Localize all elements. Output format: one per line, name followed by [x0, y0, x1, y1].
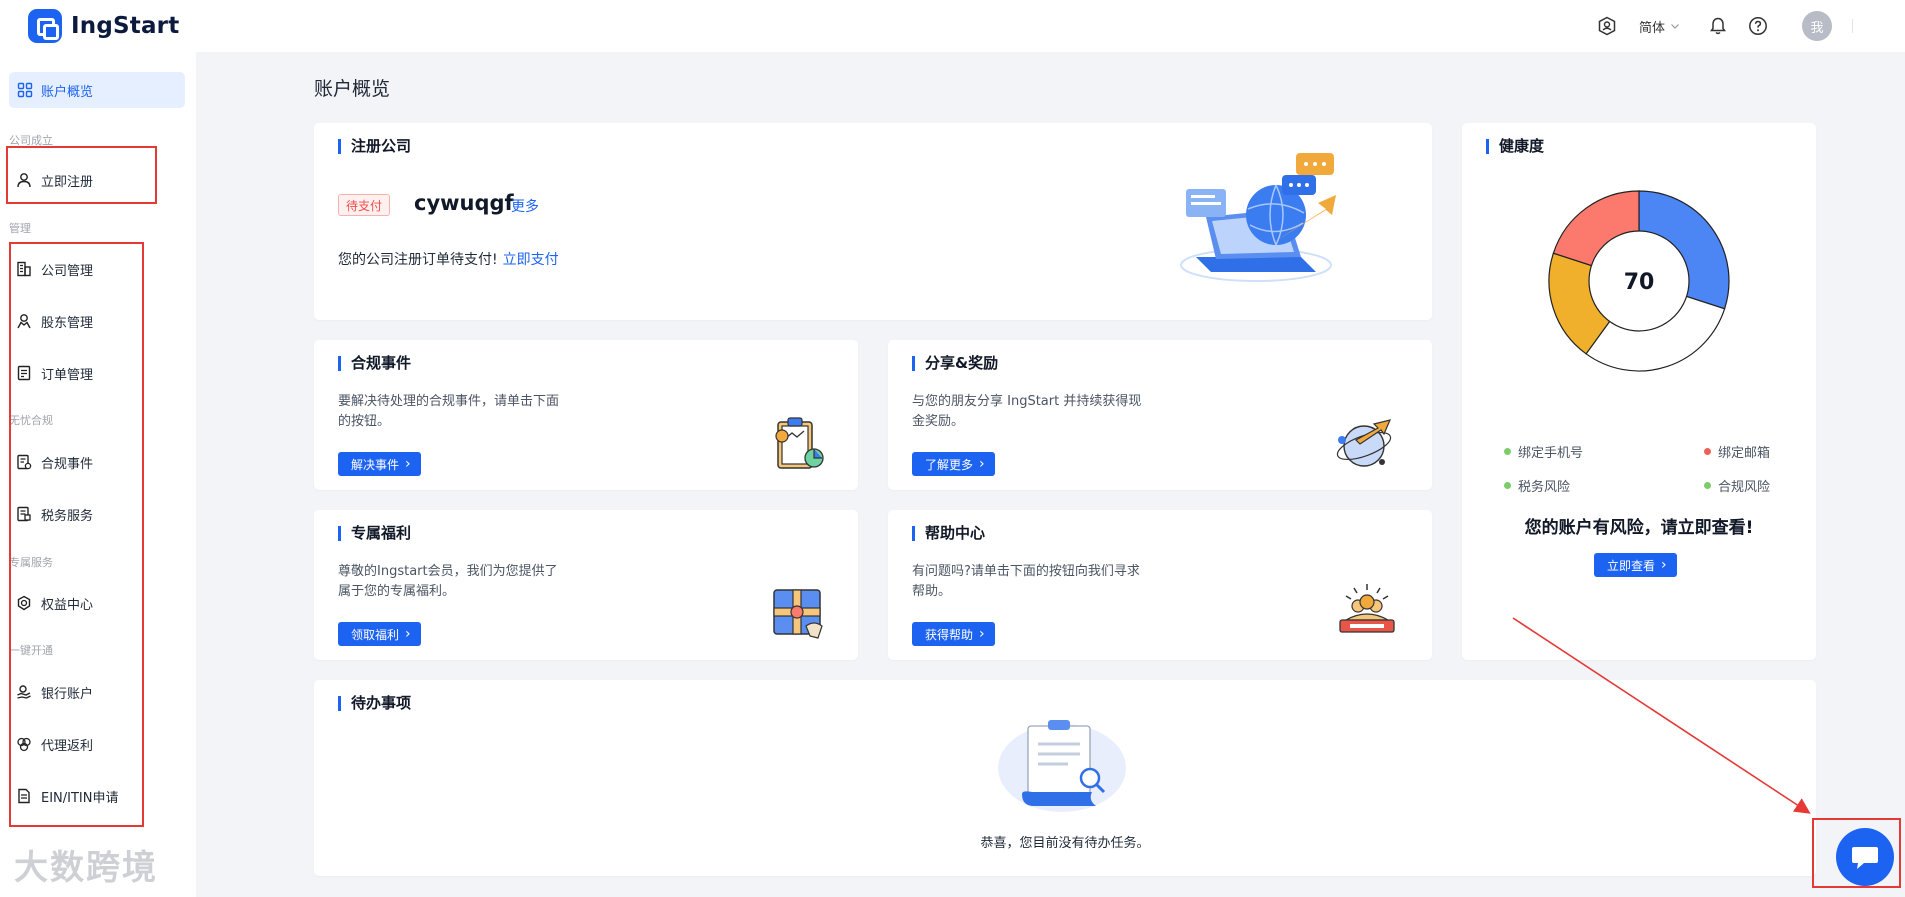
- card-description: 有问题吗?请单击下面的按钮向我们寻求帮助。: [912, 564, 1140, 599]
- exclusive-benefits-card: 专属福利 尊敬的Ingstart会员，我们为您提供了属于您的专属福利。 领取福利…: [314, 510, 858, 660]
- button-label: 解决事件: [351, 457, 400, 472]
- status-badge: 待支付: [338, 194, 391, 216]
- legend-label: 税务风险: [1518, 480, 1571, 495]
- card-title: 注册公司: [338, 139, 411, 154]
- card-title: 专属福利: [338, 526, 411, 541]
- annotation-box: [9, 242, 144, 827]
- chevron-right-icon: ›: [979, 456, 985, 472]
- compliance-events-card: 合规事件 要解决待处理的合规事件，请单击下面的按钮。 解决事件 ›: [314, 340, 858, 490]
- chevron-right-icon: ›: [1661, 557, 1667, 573]
- view-now-button[interactable]: 立即查看 ›: [1594, 553, 1677, 577]
- legend-item: 合规风险: [1704, 476, 1770, 495]
- card-description: 尊敬的Ingstart会员，我们为您提供了属于您的专属福利。: [338, 564, 558, 599]
- chevron-right-icon: ›: [405, 456, 411, 472]
- legend-item: 绑定邮箱: [1704, 442, 1770, 461]
- registration-note-text: 您的公司注册订单待支付!: [338, 252, 498, 268]
- card-description: 与您的朋友分享 IngStart 并持续获得现金奖励。: [912, 394, 1142, 429]
- registration-note: 您的公司注册订单待支付! 立即支付: [338, 249, 559, 269]
- support-team-illustration: [1339, 584, 1395, 633]
- button-label: 了解更多: [925, 457, 974, 472]
- share-rewards-card: 分享&奖励 与您的朋友分享 IngStart 并持续获得现金奖励。 了解更多 ›: [888, 340, 1432, 490]
- todo-card: 待办事项 恭喜，您目前没有待办任务。: [314, 680, 1816, 876]
- gift-box-illustration: [773, 589, 823, 639]
- legend-dot: [1504, 448, 1511, 455]
- bell-icon[interactable]: [1708, 16, 1728, 36]
- clipboard-chart-illustration: [775, 417, 824, 469]
- health-score-card: 健康度 70 绑定手机号 绑定邮箱 税务风险 合规风险 您的账户有风险，请立即查…: [1462, 123, 1816, 660]
- avatar[interactable]: 我: [1802, 11, 1832, 41]
- card-title: 合规事件: [338, 356, 411, 371]
- legend-dot: [1704, 482, 1711, 489]
- claim-benefits-button[interactable]: 领取福利 ›: [338, 622, 421, 646]
- sidebar-item-label: 账户概览: [41, 84, 94, 100]
- health-score-value: 70: [1624, 270, 1655, 295]
- card-title: 分享&奖励: [912, 356, 998, 371]
- sidebar-group-manage: 管理: [9, 222, 31, 235]
- register-company-card: 注册公司 待支付 cywuqgf 更多 您的公司注册订单待支付! 立即支付: [314, 123, 1432, 320]
- button-label: 立即查看: [1607, 558, 1656, 573]
- page-title: 账户概览: [314, 78, 391, 100]
- card-description: 要解决待处理的合规事件，请单击下面的按钮。: [338, 394, 560, 429]
- legend-item: 税务风险: [1504, 476, 1570, 495]
- chevron-right-icon: ›: [979, 626, 985, 642]
- logo-icon: [28, 9, 62, 43]
- button-label: 获得帮助: [925, 627, 974, 642]
- brand-name: IngStart: [71, 13, 180, 39]
- health-donut-chart: 70: [1548, 190, 1730, 372]
- more-link[interactable]: 更多: [511, 196, 539, 216]
- risk-warning: 您的账户有风险，请立即查看!: [1524, 518, 1754, 538]
- dashboard-icon: [17, 82, 33, 98]
- sidebar-item-overview[interactable]: 账户概览: [9, 72, 185, 108]
- help-icon[interactable]: [1748, 16, 1768, 36]
- todo-empty-text: 恭喜，您目前没有待办任务。: [980, 836, 1150, 851]
- learn-more-button[interactable]: 了解更多 ›: [912, 452, 995, 476]
- brand-logo[interactable]: IngStart: [28, 9, 179, 43]
- resolve-events-button[interactable]: 解决事件 ›: [338, 452, 421, 476]
- card-title: 待办事项: [338, 696, 411, 711]
- globe-share-illustration: [1336, 419, 1392, 467]
- card-title: 健康度: [1486, 139, 1544, 154]
- header-actions: 简体 我: [1597, 0, 1853, 52]
- chevron-right-icon: ›: [405, 626, 411, 642]
- button-label: 领取福利: [351, 627, 400, 642]
- top-header: IngStart 简体 我: [0, 0, 1905, 52]
- help-center-card: 帮助中心 有问题吗?请单击下面的按钮向我们寻求帮助。 获得帮助 ›: [888, 510, 1432, 660]
- get-help-button[interactable]: 获得帮助 ›: [912, 622, 995, 646]
- sidebar: 账户概览 公司成立 立即注册 管理 公司管理 股东管理 订单管理 无忧合规 合规…: [0, 52, 196, 897]
- annotation-box: [1812, 818, 1901, 888]
- empty-clipboard-illustration: [998, 720, 1126, 812]
- company-name: cywuqgf: [414, 191, 514, 215]
- legend-dot: [1504, 482, 1511, 489]
- laptop-globe-illustration: [1180, 153, 1336, 282]
- language-label: 简体: [1638, 20, 1665, 36]
- badge-icon[interactable]: [1597, 16, 1617, 36]
- legend-dot: [1704, 448, 1711, 455]
- legend-label: 合规风险: [1718, 480, 1771, 495]
- watermark: 大数跨境: [14, 848, 158, 888]
- legend-label: 绑定手机号: [1518, 446, 1584, 461]
- chevron-down-icon: [1671, 24, 1679, 29]
- annotation-box: [6, 146, 157, 204]
- card-title: 帮助中心: [912, 526, 985, 541]
- legend-item: 绑定手机号: [1504, 442, 1583, 461]
- header-divider: [1852, 19, 1853, 33]
- legend-label: 绑定邮箱: [1718, 446, 1771, 461]
- language-select[interactable]: 简体: [1639, 17, 1680, 36]
- pay-now-link[interactable]: 立即支付: [503, 252, 559, 268]
